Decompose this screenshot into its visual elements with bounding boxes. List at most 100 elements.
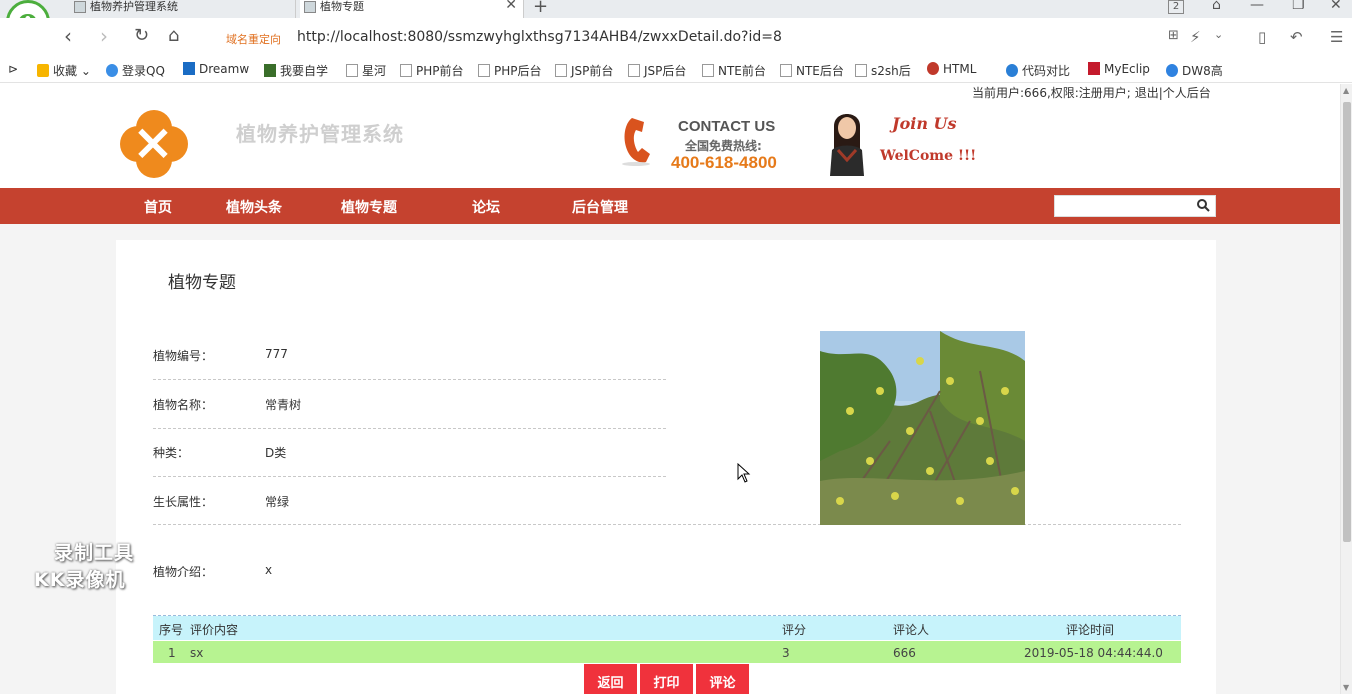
bookmark-dw8[interactable]: DW8高 [1166, 62, 1223, 79]
field-plant-id: 植物编号： 777 [153, 331, 666, 380]
bookmark-php-front[interactable]: PHP前台 [400, 62, 464, 79]
diff-icon [1006, 64, 1018, 77]
sidebar-toggle-icon[interactable]: ⊳ [8, 62, 18, 76]
page-icon [780, 64, 792, 77]
home-icon[interactable]: ⌂ [168, 26, 179, 46]
back-button[interactable]: 返回 [584, 664, 637, 694]
field-growth: 生长属性： 常绿 [153, 477, 666, 526]
bookmarks-bar: ⊳ 收藏 ⌄ 登录QQ Dreamw 我要自学 星河 PHP前台 PHP后台 J… [0, 58, 1352, 83]
myeclipse-icon [1088, 62, 1100, 75]
phone-icon [622, 118, 650, 166]
grid-icon[interactable]: ⊞ [1168, 28, 1179, 43]
intro-value: x [265, 563, 273, 577]
browser-tabbar: 植物养护管理系统 植物专题 ✕ + 2 ⌂ — ❐ ✕ [0, 0, 1352, 18]
cell-score: 3 [782, 646, 790, 660]
hotline-label: 全国免费热线: [685, 139, 762, 153]
bookmark-qq[interactable]: 登录QQ [106, 62, 165, 79]
field-value: 常青树 [265, 398, 302, 412]
current-user-text: 当前用户:666,权限:注册用户; [972, 86, 1131, 100]
tab-plant-topic[interactable]: 植物专题 ✕ [300, 0, 524, 18]
contact-us-label: CONTACT US [678, 118, 776, 135]
page-favicon-icon [74, 1, 86, 13]
section-title: 植物专题 [168, 273, 236, 293]
personal-backend-link[interactable]: 个人后台 [1163, 86, 1211, 100]
bookmark-jsp-front[interactable]: JSP前台 [555, 62, 613, 79]
site-logo[interactable]: × [120, 110, 188, 178]
bookmark-xinghe[interactable]: 星河 [346, 62, 386, 79]
page-icon [702, 64, 714, 77]
nav-plant-headlines[interactable]: 植物头条 [226, 197, 282, 217]
bookmark-myeclipse[interactable]: MyEclip [1088, 62, 1150, 76]
page-icon [478, 64, 490, 77]
scroll-down-icon[interactable]: ▼ [1343, 683, 1349, 692]
dreamweaver-icon [183, 62, 195, 75]
bookmark-selfstudy[interactable]: 我要自学 [264, 62, 328, 79]
search-icon[interactable] [1197, 199, 1210, 212]
chevron-down-icon[interactable]: ⌄ [1214, 28, 1223, 41]
welcome-label: WelCome !!! [880, 148, 977, 164]
close-window-icon[interactable]: ✕ [1330, 0, 1342, 13]
bookmark-s2sh[interactable]: s2sh后 [855, 62, 911, 79]
url-input[interactable]: http://localhost:8080/ssmzwyhglxthsg7134… [297, 29, 782, 45]
undo-icon[interactable]: ↶ [1290, 28, 1303, 46]
field-plant-name: 植物名称： 常青树 [153, 380, 666, 429]
bookmark-favorites[interactable]: 收藏 ⌄ [37, 62, 91, 79]
search-input[interactable] [1055, 196, 1193, 216]
tab-label: 植物专题 [320, 0, 364, 13]
comment-button[interactable]: 评论 [696, 664, 749, 694]
bookmark-php-back[interactable]: PHP后台 [478, 62, 542, 79]
nav-admin[interactable]: 后台管理 [572, 197, 628, 217]
bookmark-nte-back[interactable]: NTE后台 [780, 62, 844, 79]
comments-table: 序号 评价内容 评分 评论人 评论时间 1 sx 3 666 2019-05-1… [153, 615, 1181, 663]
tab-plant-system[interactable]: 植物养护管理系统 [70, 0, 296, 18]
nav-home[interactable]: 首页 [144, 197, 172, 217]
scroll-thumb[interactable] [1343, 102, 1351, 542]
detail-panel: 植物专题 植物编号： 777 植物名称： 常青树 种类： D类 生长属性： 常绿 [116, 240, 1216, 694]
forward-icon[interactable]: › [100, 26, 108, 46]
shirt-icon[interactable]: ⌂ [1212, 0, 1221, 13]
reader-icon[interactable]: ▯ [1258, 28, 1266, 46]
cell-content: sx [190, 646, 204, 660]
logout-link[interactable]: 退出 [1135, 86, 1159, 100]
search-box [1054, 195, 1216, 217]
restore-icon[interactable]: ❐ [1292, 0, 1305, 13]
page-scrollbar[interactable]: ▲ ▼ [1340, 84, 1352, 694]
nav-plant-topics[interactable]: 植物专题 [341, 197, 397, 217]
bookmark-html[interactable]: HTML [927, 62, 976, 76]
col-user: 评论人 [893, 623, 930, 637]
back-icon[interactable]: ‹ [64, 26, 72, 46]
print-button[interactable]: 打印 [640, 664, 693, 694]
refresh-icon[interactable]: ↻ [134, 26, 149, 46]
site-title: 植物养护管理系统 [236, 122, 404, 146]
page-icon [346, 64, 358, 77]
field-label: 植物名称： [153, 398, 214, 412]
page-icon [555, 64, 567, 77]
plant-photo [820, 331, 1025, 525]
star-icon [37, 64, 49, 77]
new-tab-icon[interactable]: + [533, 0, 548, 17]
lightning-icon[interactable]: ⚡ [1190, 28, 1201, 46]
qq-icon [106, 64, 118, 77]
bookmark-nte-front[interactable]: NTE前台 [702, 62, 766, 79]
field-label: 种类： [153, 446, 190, 460]
bookmark-diff[interactable]: 代码对比 [1006, 62, 1070, 79]
cell-user: 666 [893, 646, 916, 660]
bookmark-dreamweaver[interactable]: Dreamw [183, 62, 249, 76]
menu-icon[interactable]: ☰ [1330, 28, 1343, 46]
study-icon [264, 64, 276, 77]
watermark-line1: 录制工具 [54, 542, 135, 564]
nav-forum[interactable]: 论坛 [472, 197, 500, 217]
field-value: 常绿 [265, 495, 290, 509]
bookmark-jsp-back[interactable]: JSP后台 [628, 62, 686, 79]
user-info: 当前用户:666,权限:注册用户; 退出|个人后台 [972, 84, 1211, 101]
close-tab-icon[interactable]: ✕ [505, 0, 517, 12]
watermark-line2: KK录像机 [34, 569, 126, 591]
page-icon [400, 64, 412, 77]
scroll-up-icon[interactable]: ▲ [1343, 86, 1349, 95]
field-label: 植物编号： [153, 349, 214, 363]
page-favicon-icon [304, 1, 316, 13]
tab-count-badge[interactable]: 2 [1168, 0, 1184, 14]
minimize-icon[interactable]: — [1250, 0, 1264, 13]
col-index: 序号 [159, 623, 184, 637]
html-icon [927, 62, 939, 75]
